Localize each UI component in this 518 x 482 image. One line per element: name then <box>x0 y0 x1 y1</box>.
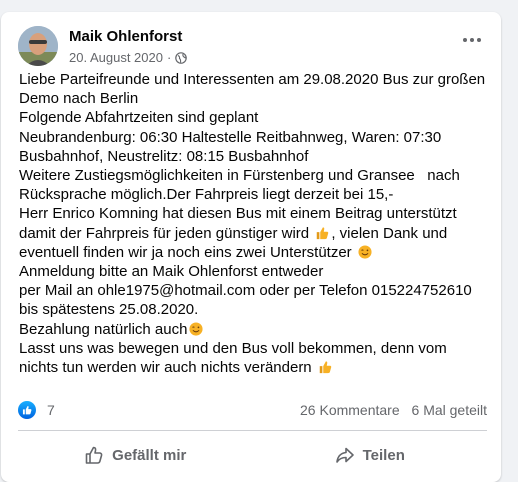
action-bar: Gefällt mir Teilen <box>18 436 487 474</box>
post-line: Weitere Zustiegsmöglichkeiten in Fürsten… <box>19 167 460 185</box>
share-arrow-icon <box>335 447 354 463</box>
reaction-stats: 7 26 Kommentare 6 Mal geteilt <box>18 400 487 420</box>
post-line: Demo nach Berlin <box>19 90 139 108</box>
post-line: Busbahnhof, Neustrelitz: 08:15 Busbahnho… <box>19 147 309 165</box>
author-name[interactable]: Maik Ohlenforst <box>69 28 182 45</box>
avatar-photo <box>18 26 58 66</box>
post-line: Lasst uns was bewegen und den Bus voll b… <box>19 339 447 357</box>
share-button-label: Teilen <box>362 446 405 464</box>
like-reaction-icon[interactable] <box>18 401 36 419</box>
post-line: Herr Enrico Komning hat diesen Bus mit e… <box>19 205 457 223</box>
like-count[interactable]: 7 <box>47 402 55 418</box>
more-options-icon[interactable] <box>457 28 487 52</box>
post-card: Maik Ohlenforst 20. August 2020 · Liebe … <box>1 12 501 482</box>
post-date[interactable]: 20. August 2020 <box>69 50 163 65</box>
comment-count[interactable]: 26 Kommentare <box>300 402 400 418</box>
post-line-part: , vielen Dank und <box>331 224 448 242</box>
thumbs-up-emoji-icon <box>317 226 329 239</box>
post-line: Anmeldung bitte an Maik Ohlenforst entwe… <box>19 263 324 281</box>
thumbs-up-glyph-icon <box>22 405 32 415</box>
like-button-label: Gefällt mir <box>112 446 187 464</box>
winking-face-emoji-icon <box>189 322 204 336</box>
post-text: Liebe Parteifreunde und Interessenten am… <box>19 70 495 377</box>
post-line: Liebe Parteifreunde und Interessenten am… <box>19 71 486 88</box>
post-line-part: nichts tun werden wir auch nichts veränd… <box>19 359 312 377</box>
thumbs-up-emoji-icon <box>319 361 332 374</box>
winking-face-emoji-icon <box>358 245 372 259</box>
post-line: Neubrandenburg: 06:30 Haltestelle Reitba… <box>19 128 442 146</box>
like-button[interactable]: Gefällt mir <box>18 436 253 474</box>
avatar[interactable] <box>18 26 58 66</box>
post-line-part: Bezahlung natürlich auch <box>19 320 188 338</box>
post-line: Folgende Abfahrtzeiten sind geplant <box>19 109 259 127</box>
post-line: Bezahlung natürlich auch <box>19 320 495 339</box>
action-divider <box>18 430 487 431</box>
post-line-part: eventuell finden wir ja noch eins zwei U… <box>19 243 352 261</box>
globe-icon[interactable] <box>175 51 188 64</box>
post-line: nichts tun werden wir auch nichts veränd… <box>19 358 495 377</box>
post-meta: 20. August 2020 · <box>69 50 188 65</box>
post-line: bis spätestens 25.08.2020. <box>19 301 199 319</box>
post-line-part: damit der Fahrpreis für jeden günstiger … <box>19 224 310 242</box>
thumbs-up-outline-icon <box>85 446 103 464</box>
meta-separator: · <box>166 50 172 65</box>
post-line: damit der Fahrpreis für jeden günstiger … <box>19 224 495 243</box>
share-button[interactable]: Teilen <box>253 436 488 474</box>
share-count[interactable]: 6 Mal geteilt <box>412 402 487 418</box>
post-line: per Mail an ohle1975@hotmail.com oder pe… <box>19 282 472 300</box>
post-line: eventuell finden wir ja noch eins zwei U… <box>19 243 495 262</box>
post-line: Rücksprache möglich.Der Fahrpreis liegt … <box>19 186 394 204</box>
engagement-counts: 26 Kommentare 6 Mal geteilt <box>300 402 487 418</box>
